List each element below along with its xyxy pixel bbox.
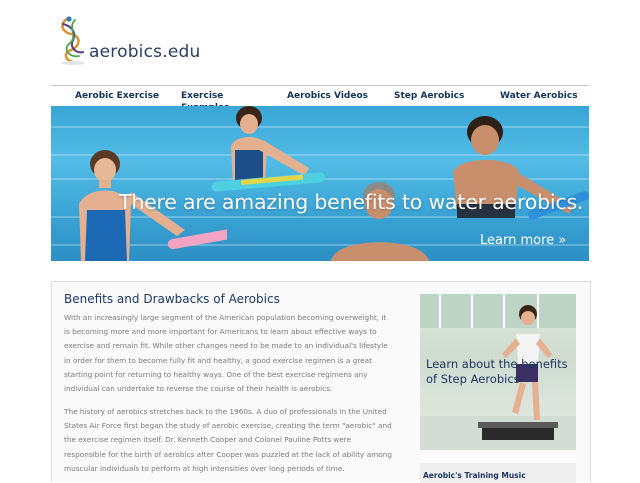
promo-text: Learn about the benefits of Step Aerobic… xyxy=(426,357,568,386)
training-music-box: Aerobic's Training Music xyxy=(420,463,576,483)
nav-item-water-aerobics[interactable]: Water Aerobics xyxy=(500,90,589,102)
hero-headline: There are amazing benefits to water aero… xyxy=(119,190,584,214)
logo-swirl-icon xyxy=(61,16,85,65)
swimmer-woman-center-image xyxy=(211,106,326,192)
hero-learn-more-link[interactable]: Learn more » xyxy=(480,233,566,248)
main-nav: Aerobic Exercise Exercise Examples Aerob… xyxy=(51,85,589,113)
site-logo[interactable]: aerobics.edu xyxy=(55,14,200,66)
logo-text: aerobics.edu xyxy=(89,42,201,62)
step-aerobics-promo[interactable]: Learn about the benefits of Step Aerobic… xyxy=(420,294,576,450)
article-title: Benefits and Drawbacks of Aerobics xyxy=(64,292,280,306)
article-paragraph-2: The history of aerobics stretches back t… xyxy=(64,407,392,473)
article-paragraph-1: With an increasingly large segment of th… xyxy=(64,313,388,394)
content-panel: Benefits and Drawbacks of Aerobics With … xyxy=(51,281,591,483)
swimmer-man-right-image xyxy=(453,116,589,220)
hero-banner[interactable]: There are amazing benefits to water aero… xyxy=(51,106,589,261)
training-music-title[interactable]: Aerobic's Training Music xyxy=(423,471,526,480)
nav-item-aerobic-exercise[interactable]: Aerobic Exercise xyxy=(75,90,165,102)
nav-item-step-aerobics[interactable]: Step Aerobics xyxy=(394,90,484,102)
nav-item-aerobics-videos[interactable]: Aerobics Videos xyxy=(287,90,377,102)
